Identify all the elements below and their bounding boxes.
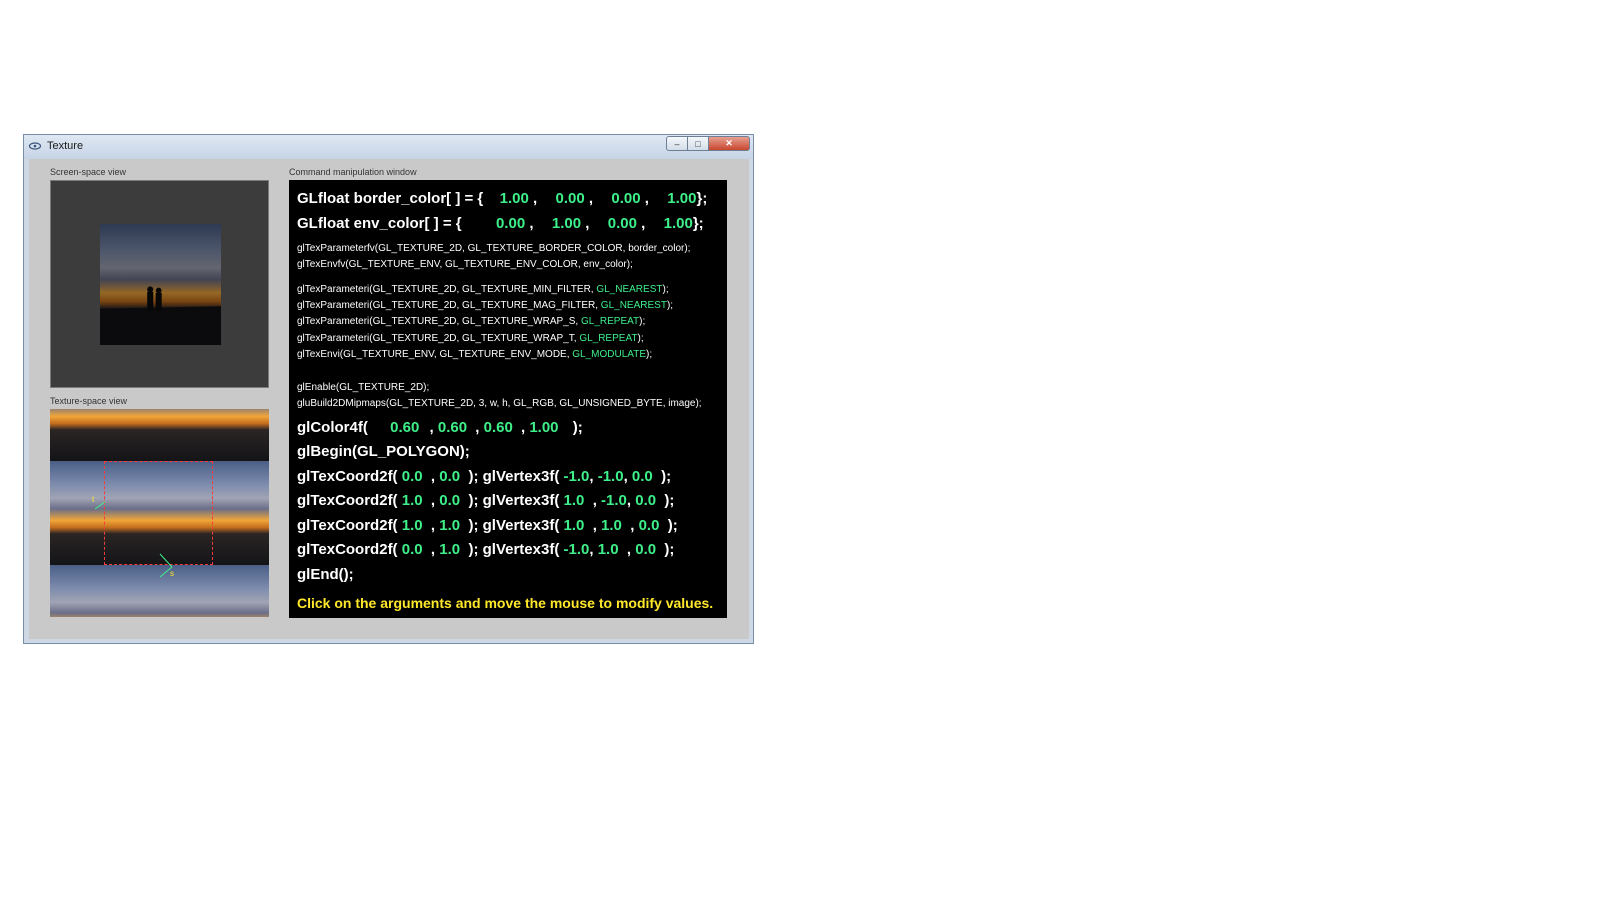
command-window-label: Command manipulation window: [289, 167, 417, 177]
maximize-button[interactable]: □: [687, 136, 709, 151]
texcoord-3-t[interactable]: 1.0: [439, 517, 460, 534]
env-color-r[interactable]: 0.00: [496, 215, 525, 232]
vertex-row-4: glTexCoord2f( 0.0 , 1.0 ); glVertex3f( -…: [297, 541, 675, 558]
vertex-1-x[interactable]: -1.0: [564, 468, 590, 485]
vertex-2-y[interactable]: -1.0: [601, 492, 627, 509]
color4f-g[interactable]: 0.60: [438, 419, 467, 436]
border-color-b[interactable]: 0.00: [611, 190, 640, 207]
env-color-g[interactable]: 1.00: [552, 215, 581, 232]
param-mag-filter-line: glTexParameteri(GL_TEXTURE_2D, GL_TEXTUR…: [297, 300, 674, 311]
texenvfv-line: glTexEnvfv(GL_TEXTURE_ENV, GL_TEXTURE_EN…: [297, 259, 633, 270]
textured-quad: [100, 224, 221, 345]
end-line: glEnd();: [297, 566, 354, 583]
texcoord-1-t[interactable]: 0.0: [439, 468, 460, 485]
param-wrap-t-value[interactable]: GL_REPEAT: [579, 333, 637, 344]
title-bar[interactable]: Texture ‒ □ ✕: [24, 135, 753, 159]
enable-line: glEnable(GL_TEXTURE_2D);: [297, 382, 430, 393]
border-color-r[interactable]: 1.00: [500, 190, 529, 207]
vertex-row-2: glTexCoord2f( 1.0 , 0.0 ); glVertex3f( 1…: [297, 492, 675, 509]
color4f-b[interactable]: 0.60: [484, 419, 513, 436]
texture-space-view[interactable]: s t: [50, 409, 269, 617]
color4f-line: glColor4f( 0.60 , 0.60 , 0.60 , 1.00 );: [297, 419, 583, 436]
begin-line: glBegin(GL_POLYGON);: [297, 443, 470, 460]
texture-window: Texture ‒ □ ✕ Screen-space view Texture-…: [23, 134, 754, 644]
vertex-3-x[interactable]: 1.0: [564, 517, 585, 534]
border-color-line: GLfloat border_color[ ] = { 1.00 , 0.00 …: [297, 190, 708, 207]
minimize-button[interactable]: ‒: [666, 136, 688, 151]
env-color-a[interactable]: 1.00: [664, 215, 693, 232]
close-button[interactable]: ✕: [708, 136, 750, 151]
param-min-filter-line: glTexParameteri(GL_TEXTURE_2D, GL_TEXTUR…: [297, 284, 669, 295]
mipmaps-line: gluBuild2DMipmaps(GL_TEXTURE_2D, 3, w, h…: [297, 398, 702, 409]
window-title: Texture: [47, 140, 84, 152]
color4f-a[interactable]: 1.00: [529, 419, 558, 436]
vertex-2-x[interactable]: 1.0: [564, 492, 585, 509]
param-env-mode-line: glTexEnvi(GL_TEXTURE_ENV, GL_TEXTURE_ENV…: [297, 349, 653, 360]
vertex-1-z[interactable]: 0.0: [632, 468, 653, 485]
texcoord-4-t[interactable]: 1.0: [439, 541, 460, 558]
env-color-b[interactable]: 0.00: [608, 215, 637, 232]
param-env-mode-value[interactable]: GL_MODULATE: [572, 349, 646, 360]
border-color-g[interactable]: 0.00: [556, 190, 585, 207]
texture-view-label: Texture-space view: [50, 396, 128, 406]
vertex-2-z[interactable]: 0.0: [635, 492, 656, 509]
vertex-row-3: glTexCoord2f( 1.0 , 1.0 ); glVertex3f( 1…: [297, 517, 678, 534]
close-icon: ✕: [725, 138, 733, 148]
param-wrap-s-line: glTexParameteri(GL_TEXTURE_2D, GL_TEXTUR…: [297, 316, 646, 327]
command-window: GLfloat border_color[ ] = { 1.00 , 0.00 …: [289, 180, 727, 618]
maximize-icon: □: [695, 138, 701, 149]
vertex-1-y[interactable]: -1.0: [598, 468, 624, 485]
vertex-4-y[interactable]: 1.0: [598, 541, 619, 558]
param-wrap-t-line: glTexParameteri(GL_TEXTURE_2D, GL_TEXTUR…: [297, 333, 644, 344]
env-color-line: GLfloat env_color[ ] = { 0.00 , 1.00 , 0…: [297, 215, 704, 232]
color4f-r[interactable]: 0.60: [390, 419, 419, 436]
texcoord-3-s[interactable]: 1.0: [402, 517, 423, 534]
vertex-4-x[interactable]: -1.0: [564, 541, 590, 558]
client-area: Screen-space view Texture-space view Com…: [29, 159, 749, 639]
param-mag-filter-value[interactable]: GL_NEAREST: [601, 300, 667, 311]
s-axis-label: s: [170, 569, 174, 578]
texcoord-2-t[interactable]: 0.0: [439, 492, 460, 509]
app-icon: [29, 142, 41, 150]
param-min-filter-value[interactable]: GL_NEAREST: [596, 284, 662, 295]
instruction-hint: Click on the arguments and move the mous…: [297, 595, 714, 611]
minimize-icon: ‒: [674, 138, 680, 149]
vertex-row-1: glTexCoord2f( 0.0 , 0.0 ); glVertex3f( -…: [297, 468, 672, 485]
border-color-a[interactable]: 1.00: [667, 190, 696, 207]
texparamfv-line: glTexParameterfv(GL_TEXTURE_2D, GL_TEXTU…: [297, 243, 691, 254]
vertex-3-z[interactable]: 0.0: [639, 517, 660, 534]
vertex-3-y[interactable]: 1.0: [601, 517, 622, 534]
texcoord-4-s[interactable]: 0.0: [402, 541, 423, 558]
param-wrap-s-value[interactable]: GL_REPEAT: [581, 316, 639, 327]
texcoord-1-s[interactable]: 0.0: [402, 468, 423, 485]
vertex-4-z[interactable]: 0.0: [635, 541, 656, 558]
screen-space-view[interactable]: [50, 180, 269, 388]
screen-view-label: Screen-space view: [50, 167, 127, 177]
t-axis-label: t: [92, 495, 95, 504]
texcoord-2-s[interactable]: 1.0: [402, 492, 423, 509]
st-axes-icon: [94, 501, 173, 578]
